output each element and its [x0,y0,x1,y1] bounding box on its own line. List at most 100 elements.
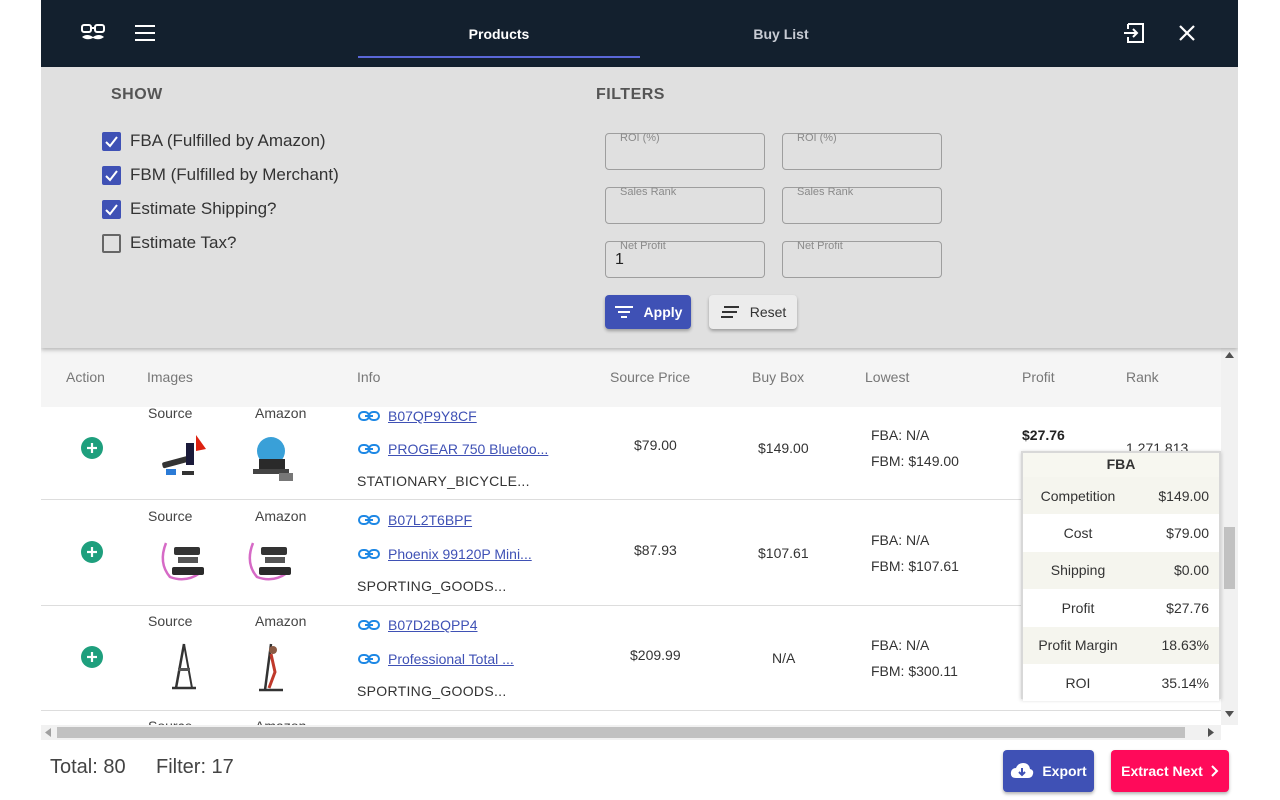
scroll-up-arrow-icon[interactable] [1225,352,1234,358]
add-circle-icon[interactable] [81,646,103,668]
filter-count: Filter: 17 [156,756,234,778]
reset-button[interactable]: Reset [709,295,797,329]
asin-link-row[interactable]: B07L2T6BPF [358,512,472,528]
field-value: 1 [615,251,624,268]
amazon-product-image[interactable] [243,638,299,694]
source-price: $209.99 [630,647,681,663]
popover-value: 18.63% [1161,637,1209,654]
col-buy-box[interactable]: Buy Box [752,369,804,385]
amazon-caption: Amazon [255,718,306,725]
roi-min-input[interactable]: ROI (%) [605,132,765,170]
exit-icon[interactable] [1122,20,1148,46]
popover-row: Profit $27.76 [1023,589,1219,627]
asin-link-row[interactable]: B07QP9Y8CF [358,408,477,424]
fba-profit-popover: FBA Competition $149.00 Cost $79.00 Shippi… [1021,451,1221,702]
popover-value: $27.76 [1166,599,1209,616]
add-circle-icon[interactable] [81,541,103,563]
export-label: Export [1042,763,1087,779]
source-price: $87.93 [634,542,677,558]
profit-value[interactable]: $27.76 [1022,427,1065,443]
title-link-row[interactable]: PROGEAR 750 Bluetoo... [358,441,548,457]
col-info[interactable]: Info [357,369,380,385]
col-action[interactable]: Action [66,369,105,385]
asin-link[interactable]: B07L2T6BPF [388,512,472,528]
buy-box-price: $149.00 [758,440,809,456]
popover-row: Profit Margin 18.63% [1023,626,1219,664]
col-rank[interactable]: Rank [1126,369,1159,385]
export-button[interactable]: Export [1003,750,1094,792]
popover-row: Cost $79.00 [1023,514,1219,552]
amazon-product-image[interactable] [245,429,301,485]
popover-title: FBA [1023,453,1219,477]
col-lowest[interactable]: Lowest [865,369,909,385]
source-product-image[interactable] [156,638,212,694]
category-text: STATIONARY_BICYCLE... [357,473,530,489]
net-profit-min-input[interactable]: Net Profit 1 [605,240,765,278]
lowest-fba: FBA: N/A [871,427,930,443]
col-source-price[interactable]: Source Price [610,369,690,385]
checkbox-checked-icon[interactable] [102,199,121,219]
apply-button[interactable]: Apply [605,295,691,329]
title-link[interactable]: PROGEAR 750 Bluetoo... [388,441,548,457]
estimate-shipping-label: Estimate Shipping? [130,199,277,218]
chevron-right-icon [1211,765,1219,777]
title-link-row[interactable]: Phoenix 99120P Mini... [358,546,532,562]
fbm-label: FBM (Fulfilled by Merchant) [130,165,339,184]
popover-row: Shipping $0.00 [1023,551,1219,590]
tab-buy-list[interactable]: Buy List [640,0,922,67]
roi-max-input[interactable]: ROI (%) [782,132,942,170]
cloud-download-icon [1011,763,1034,778]
tab-products[interactable]: Products [358,0,640,67]
amazon-caption: Amazon [255,613,307,629]
asin-link[interactable]: B07QP9Y8CF [388,408,477,424]
source-caption: Source [148,508,193,524]
category-text: SPORTING_GOODS... [357,578,507,594]
source-product-image[interactable] [156,533,212,589]
lowest-fba: FBA: N/A [871,532,930,548]
title-link[interactable]: Professional Total ... [388,651,514,667]
asin-link-row[interactable]: B07D2BQPP4 [358,617,478,633]
title-link-row[interactable]: Professional Total ... [358,651,514,667]
checkbox-checked-icon[interactable] [102,131,121,151]
fbm-checkbox[interactable]: FBM (Fulfilled by Merchant) [102,165,339,185]
link-icon [358,620,380,630]
source-caption: Source [148,407,193,421]
source-caption: Source [148,613,193,629]
buy-box-price: $107.61 [758,545,809,561]
add-circle-icon[interactable] [81,437,103,459]
checkbox-checked-icon[interactable] [102,165,121,185]
field-label: Net Profit [797,240,843,252]
col-profit[interactable]: Profit [1022,369,1055,385]
popover-key: Shipping [1050,562,1106,579]
estimate-tax-checkbox[interactable]: Estimate Tax? [102,233,236,253]
net-profit-max-input[interactable]: Net Profit [782,240,942,278]
show-title: SHOW [111,86,163,103]
asin-link[interactable]: B07D2BQPP4 [388,617,478,633]
estimate-shipping-checkbox[interactable]: Estimate Shipping? [102,199,276,219]
popover-value: $149.00 [1158,487,1209,504]
sales-rank-max-input[interactable]: Sales Rank [782,186,942,224]
amazon-product-image[interactable] [243,533,299,589]
title-link[interactable]: Phoenix 99120P Mini... [388,546,532,562]
field-label: ROI (%) [797,132,837,144]
extract-next-button[interactable]: Extract Next [1111,750,1229,792]
fba-checkbox[interactable]: FBA (Fulfilled by Amazon) [102,131,326,151]
field-label: Sales Rank [620,186,677,198]
col-images[interactable]: Images [147,369,193,385]
sales-rank-min-input[interactable]: Sales Rank [605,186,765,224]
vertical-scroll-thumb[interactable] [1224,527,1235,589]
apply-label: Apply [643,304,683,320]
table-header: Action Images Info Source Price Buy Box … [41,348,1221,407]
fba-label: FBA (Fulfilled by Amazon) [130,131,326,150]
source-price: $79.00 [634,437,677,453]
source-product-image[interactable] [156,429,212,485]
close-icon[interactable] [1174,20,1200,46]
hamburger-menu-icon[interactable] [133,22,157,44]
checkbox-unchecked-icon[interactable] [102,233,121,253]
popover-key: Cost [1063,525,1093,542]
scroll-left-arrow-icon[interactable] [45,728,51,737]
scroll-right-arrow-icon[interactable] [1208,728,1214,737]
popover-key: Profit [1061,599,1095,616]
horizontal-scroll-thumb[interactable] [57,727,1185,738]
scroll-down-arrow-icon[interactable] [1225,711,1234,717]
